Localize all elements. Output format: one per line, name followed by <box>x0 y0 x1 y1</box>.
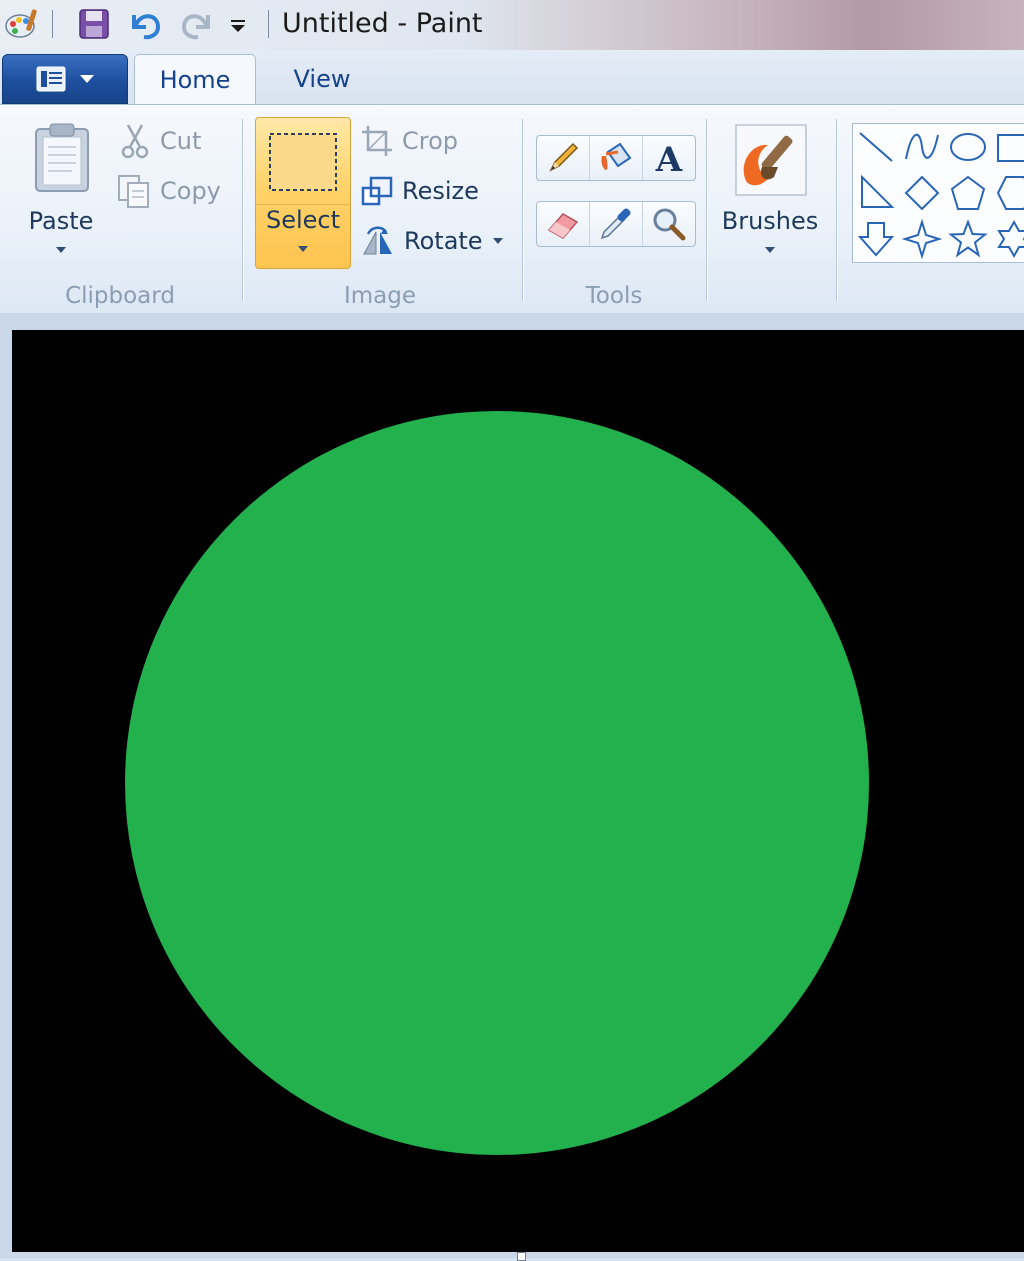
image-group-label: Image <box>343 283 417 309</box>
title-bar: Untitled - Paint <box>0 0 1024 51</box>
down-arrow-shape[interactable] <box>853 216 899 262</box>
hexagon-shape[interactable] <box>991 170 1024 216</box>
hexagon-icon <box>996 176 1024 210</box>
cut-button[interactable]: Cut <box>118 121 201 161</box>
magnifier-icon <box>653 208 686 241</box>
resize-label: Resize <box>402 177 479 205</box>
pentagon-icon <box>950 175 986 210</box>
six-point-star-icon <box>997 219 1024 259</box>
paint-app-icon[interactable] <box>2 4 42 44</box>
canvas-drawing <box>12 330 1024 1252</box>
split-divider <box>256 204 350 205</box>
brushes-label: Brushes <box>721 207 819 235</box>
text-icon: A <box>655 140 683 176</box>
redo-icon[interactable] <box>176 4 216 44</box>
save-icon[interactable] <box>74 4 114 44</box>
ribbon-home: Paste Cut Copy Clipboard Select Crop Res… <box>0 104 1024 314</box>
line-shape[interactable] <box>853 124 899 170</box>
chevron-down-icon <box>492 238 503 244</box>
clipboard-group-label: Clipboard <box>65 283 175 309</box>
drawing-canvas[interactable] <box>12 330 1024 1252</box>
resize-button[interactable]: Resize <box>360 171 479 211</box>
select-button[interactable]: Select <box>255 117 351 269</box>
four-point-star-shape[interactable] <box>899 216 945 262</box>
window-title: Untitled - Paint <box>282 8 483 39</box>
canvas-resize-handle[interactable] <box>517 1252 526 1261</box>
right-triangle-shape[interactable] <box>853 170 899 216</box>
tools-row-1: A <box>536 135 696 181</box>
tools-group-label: Tools <box>585 283 643 309</box>
cut-label: Cut <box>160 127 202 155</box>
crop-icon <box>362 126 392 156</box>
crop-button[interactable]: Crop <box>360 121 458 161</box>
group-separator <box>522 119 523 301</box>
rotate-label: Rotate <box>404 227 483 255</box>
customize-dropdown-icon[interactable] <box>224 4 252 44</box>
group-separator <box>242 119 243 301</box>
group-separator <box>836 119 837 301</box>
brush-icon <box>735 124 807 196</box>
color-picker-tool[interactable] <box>590 202 643 246</box>
chevron-down-icon <box>298 246 308 252</box>
resize-icon <box>361 176 393 206</box>
ribbon-tabs: Home View <box>0 50 1024 105</box>
text-tool[interactable]: A <box>643 136 695 180</box>
selection-rectangle-icon <box>269 133 337 191</box>
rectangle-shape[interactable] <box>991 124 1024 170</box>
eyedropper-icon <box>600 208 631 240</box>
copy-icon <box>118 175 149 208</box>
pencil-icon <box>549 142 579 172</box>
separator <box>52 10 53 38</box>
undo-icon[interactable] <box>126 4 166 44</box>
eraser-icon <box>547 213 579 239</box>
five-point-star-icon <box>948 219 988 258</box>
five-point-star-shape[interactable] <box>945 216 991 262</box>
clipboard-icon <box>35 123 89 192</box>
brushes-button[interactable]: Brushes <box>718 119 822 269</box>
paste-label: Paste <box>28 207 94 235</box>
diamond-shape[interactable] <box>899 170 945 216</box>
chevron-down-icon <box>56 247 66 253</box>
copy-label: Copy <box>160 177 221 205</box>
rectangle-icon <box>997 134 1024 162</box>
four-point-star-icon <box>902 219 942 259</box>
oval-icon <box>950 133 986 161</box>
scissors-icon <box>121 124 149 159</box>
separator <box>268 10 269 38</box>
green-filled-circle <box>125 411 869 1155</box>
tab-view[interactable]: View <box>270 54 374 104</box>
right-triangle-icon <box>861 174 895 208</box>
canvas-workspace <box>0 313 1024 1261</box>
paint-menu-button[interactable] <box>2 54 128 104</box>
tab-home[interactable]: Home <box>134 54 256 105</box>
paint-bucket-icon <box>601 142 632 170</box>
copy-button[interactable]: Copy <box>116 171 221 211</box>
arrow-down-icon <box>857 222 895 257</box>
line-icon <box>859 132 893 162</box>
pentagon-shape[interactable] <box>945 170 991 216</box>
paint-menu-icon <box>36 66 66 92</box>
curve-shape[interactable] <box>899 124 945 170</box>
diamond-icon <box>904 175 940 211</box>
magnifier-tool[interactable] <box>643 202 695 246</box>
rotate-button[interactable]: Rotate <box>360 221 503 261</box>
chevron-down-icon <box>765 247 775 253</box>
oval-shape[interactable] <box>945 124 991 170</box>
select-label: Select <box>265 206 341 234</box>
pencil-tool[interactable] <box>537 136 590 180</box>
chevron-down-icon <box>80 75 94 83</box>
group-separator <box>706 119 707 301</box>
shapes-gallery <box>852 123 1024 263</box>
paste-button[interactable]: Paste <box>22 119 100 269</box>
svg-text:A: A <box>655 140 683 176</box>
crop-label: Crop <box>402 127 459 155</box>
tools-row-2 <box>536 201 696 247</box>
fill-tool[interactable] <box>590 136 643 180</box>
six-point-star-shape[interactable] <box>991 216 1024 262</box>
rotate-icon <box>363 226 392 255</box>
curve-icon <box>905 133 939 160</box>
eraser-tool[interactable] <box>537 202 590 246</box>
